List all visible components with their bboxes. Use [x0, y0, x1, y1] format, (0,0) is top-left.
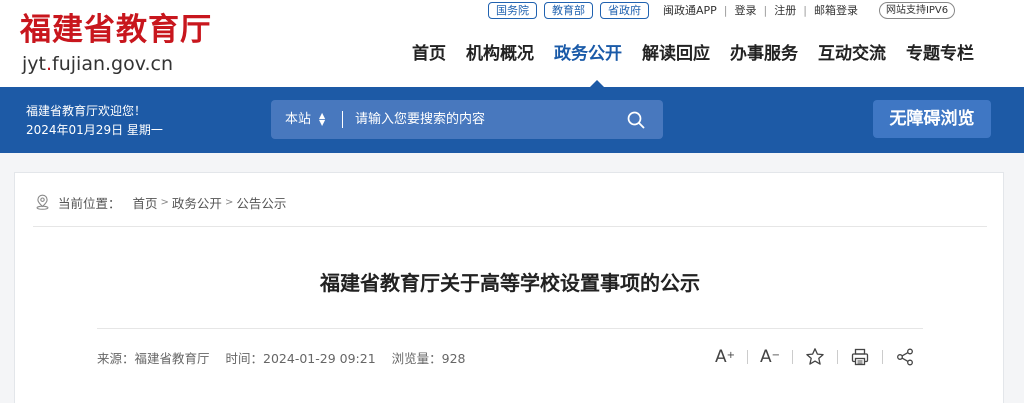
register-link[interactable]: 注册 — [767, 2, 803, 18]
utility-bar: 福建省教育厅欢迎您！ 2024年01月29日 星期一 本站 ▲▼ 无障碍浏览 — [0, 87, 1024, 153]
nav-gov-affairs[interactable]: 政务公开 — [544, 42, 632, 66]
tool-divider — [882, 350, 884, 364]
current-date: 2024年01月29日 星期一 — [26, 123, 163, 137]
share-icon[interactable] — [895, 346, 915, 368]
nav-topics[interactable]: 专题专栏 — [896, 42, 984, 66]
top-links: 国务院 教育部 省政府 闽政通APP | 登录 | 注册 | 邮箱登录 网站支持… — [488, 1, 956, 19]
font-increase-glyph: A — [715, 347, 727, 367]
nav-home[interactable]: 首页 — [402, 42, 456, 66]
article-time: 时间：2024-01-29 09:21 — [225, 350, 376, 366]
tool-divider — [792, 350, 794, 364]
welcome-text: 福建省教育厅欢迎您！ — [26, 104, 147, 118]
link-ministry-education[interactable]: 教育部 — [544, 1, 593, 19]
tool-divider — [747, 350, 749, 364]
article-title: 福建省教育厅关于高等学校设置事项的公示 — [320, 271, 700, 295]
breadcrumb-separator: > — [160, 196, 169, 208]
search-icon[interactable] — [627, 111, 645, 129]
nav-interaction[interactable]: 互动交流 — [808, 42, 896, 66]
breadcrumb-announcements[interactable]: 公告公示 — [236, 193, 286, 212]
site-logo-title[interactable]: 福建省教育厅 — [20, 12, 212, 48]
nav-about[interactable]: 机构概况 — [456, 42, 544, 66]
link-state-council[interactable]: 国务院 — [488, 1, 537, 19]
nav-active-indicator — [590, 80, 604, 87]
ipv6-badge: 网站支持IPV6 — [878, 1, 956, 19]
nav-services[interactable]: 办事服务 — [720, 42, 808, 66]
article-tools: A + A − — [715, 346, 915, 368]
site-logo-domain[interactable]: jyt.fujian.gov.cn — [22, 53, 173, 75]
breadcrumb-home[interactable]: 首页 — [133, 193, 158, 212]
font-increase-icon[interactable]: A + — [715, 346, 735, 368]
breadcrumb: 当前位置： 首页 > 政务公开 > 公告公示 — [35, 193, 286, 211]
font-increase-sign: + — [726, 349, 736, 361]
welcome-block: 福建省教育厅欢迎您！ 2024年01月29日 星期一 — [26, 102, 163, 140]
font-decrease-glyph: A — [760, 347, 772, 367]
font-decrease-sign: − — [771, 349, 781, 361]
article-meta: 来源：福建省教育厅 时间：2024-01-29 09:21 浏览量：928 — [97, 348, 482, 366]
domain-suffix: fujian.gov.cn — [52, 53, 174, 75]
link-mzt-app[interactable]: 闽政通APP — [656, 2, 724, 18]
article-card: 当前位置： 首页 > 政务公开 > 公告公示 福建省教育厅关于高等学校设置事项的… — [14, 172, 1004, 403]
location-pin-icon — [36, 194, 49, 210]
font-decrease-icon[interactable]: A − — [760, 346, 780, 368]
accessibility-button[interactable]: 无障碍浏览 — [873, 100, 991, 138]
favorite-star-icon[interactable] — [805, 346, 825, 368]
breadcrumb-divider — [33, 226, 987, 227]
login-link[interactable]: 登录 — [728, 2, 764, 18]
breadcrumb-label: 当前位置： — [58, 195, 121, 211]
scope-arrows-icon[interactable]: ▲ ▼ — [319, 112, 325, 127]
main-nav: 首页 机构概况 政务公开 解读回应 办事服务 互动交流 专题专栏 — [402, 42, 984, 66]
domain-prefix: jyt — [22, 53, 46, 75]
tool-divider — [837, 350, 839, 364]
search-scope-select[interactable]: 本站 — [285, 100, 311, 139]
print-icon[interactable] — [850, 346, 870, 368]
article-source: 来源：福建省教育厅 — [97, 350, 210, 366]
breadcrumb-separator: > — [224, 196, 234, 208]
site-header: 福建省教育厅 jyt.fujian.gov.cn 国务院 教育部 省政府 闽政通… — [0, 0, 1024, 87]
title-divider — [97, 328, 923, 329]
link-provincial-gov[interactable]: 省政府 — [600, 1, 649, 19]
email-login-link[interactable]: 邮箱登录 — [807, 2, 865, 18]
breadcrumb-gov-affairs[interactable]: 政务公开 — [172, 193, 222, 212]
nav-interpretation[interactable]: 解读回应 — [632, 42, 720, 66]
search-scope-divider — [342, 111, 343, 128]
search-bar: 本站 ▲ ▼ — [271, 100, 663, 139]
article-views: 浏览量：928 — [391, 350, 466, 366]
search-input[interactable] — [355, 100, 615, 139]
